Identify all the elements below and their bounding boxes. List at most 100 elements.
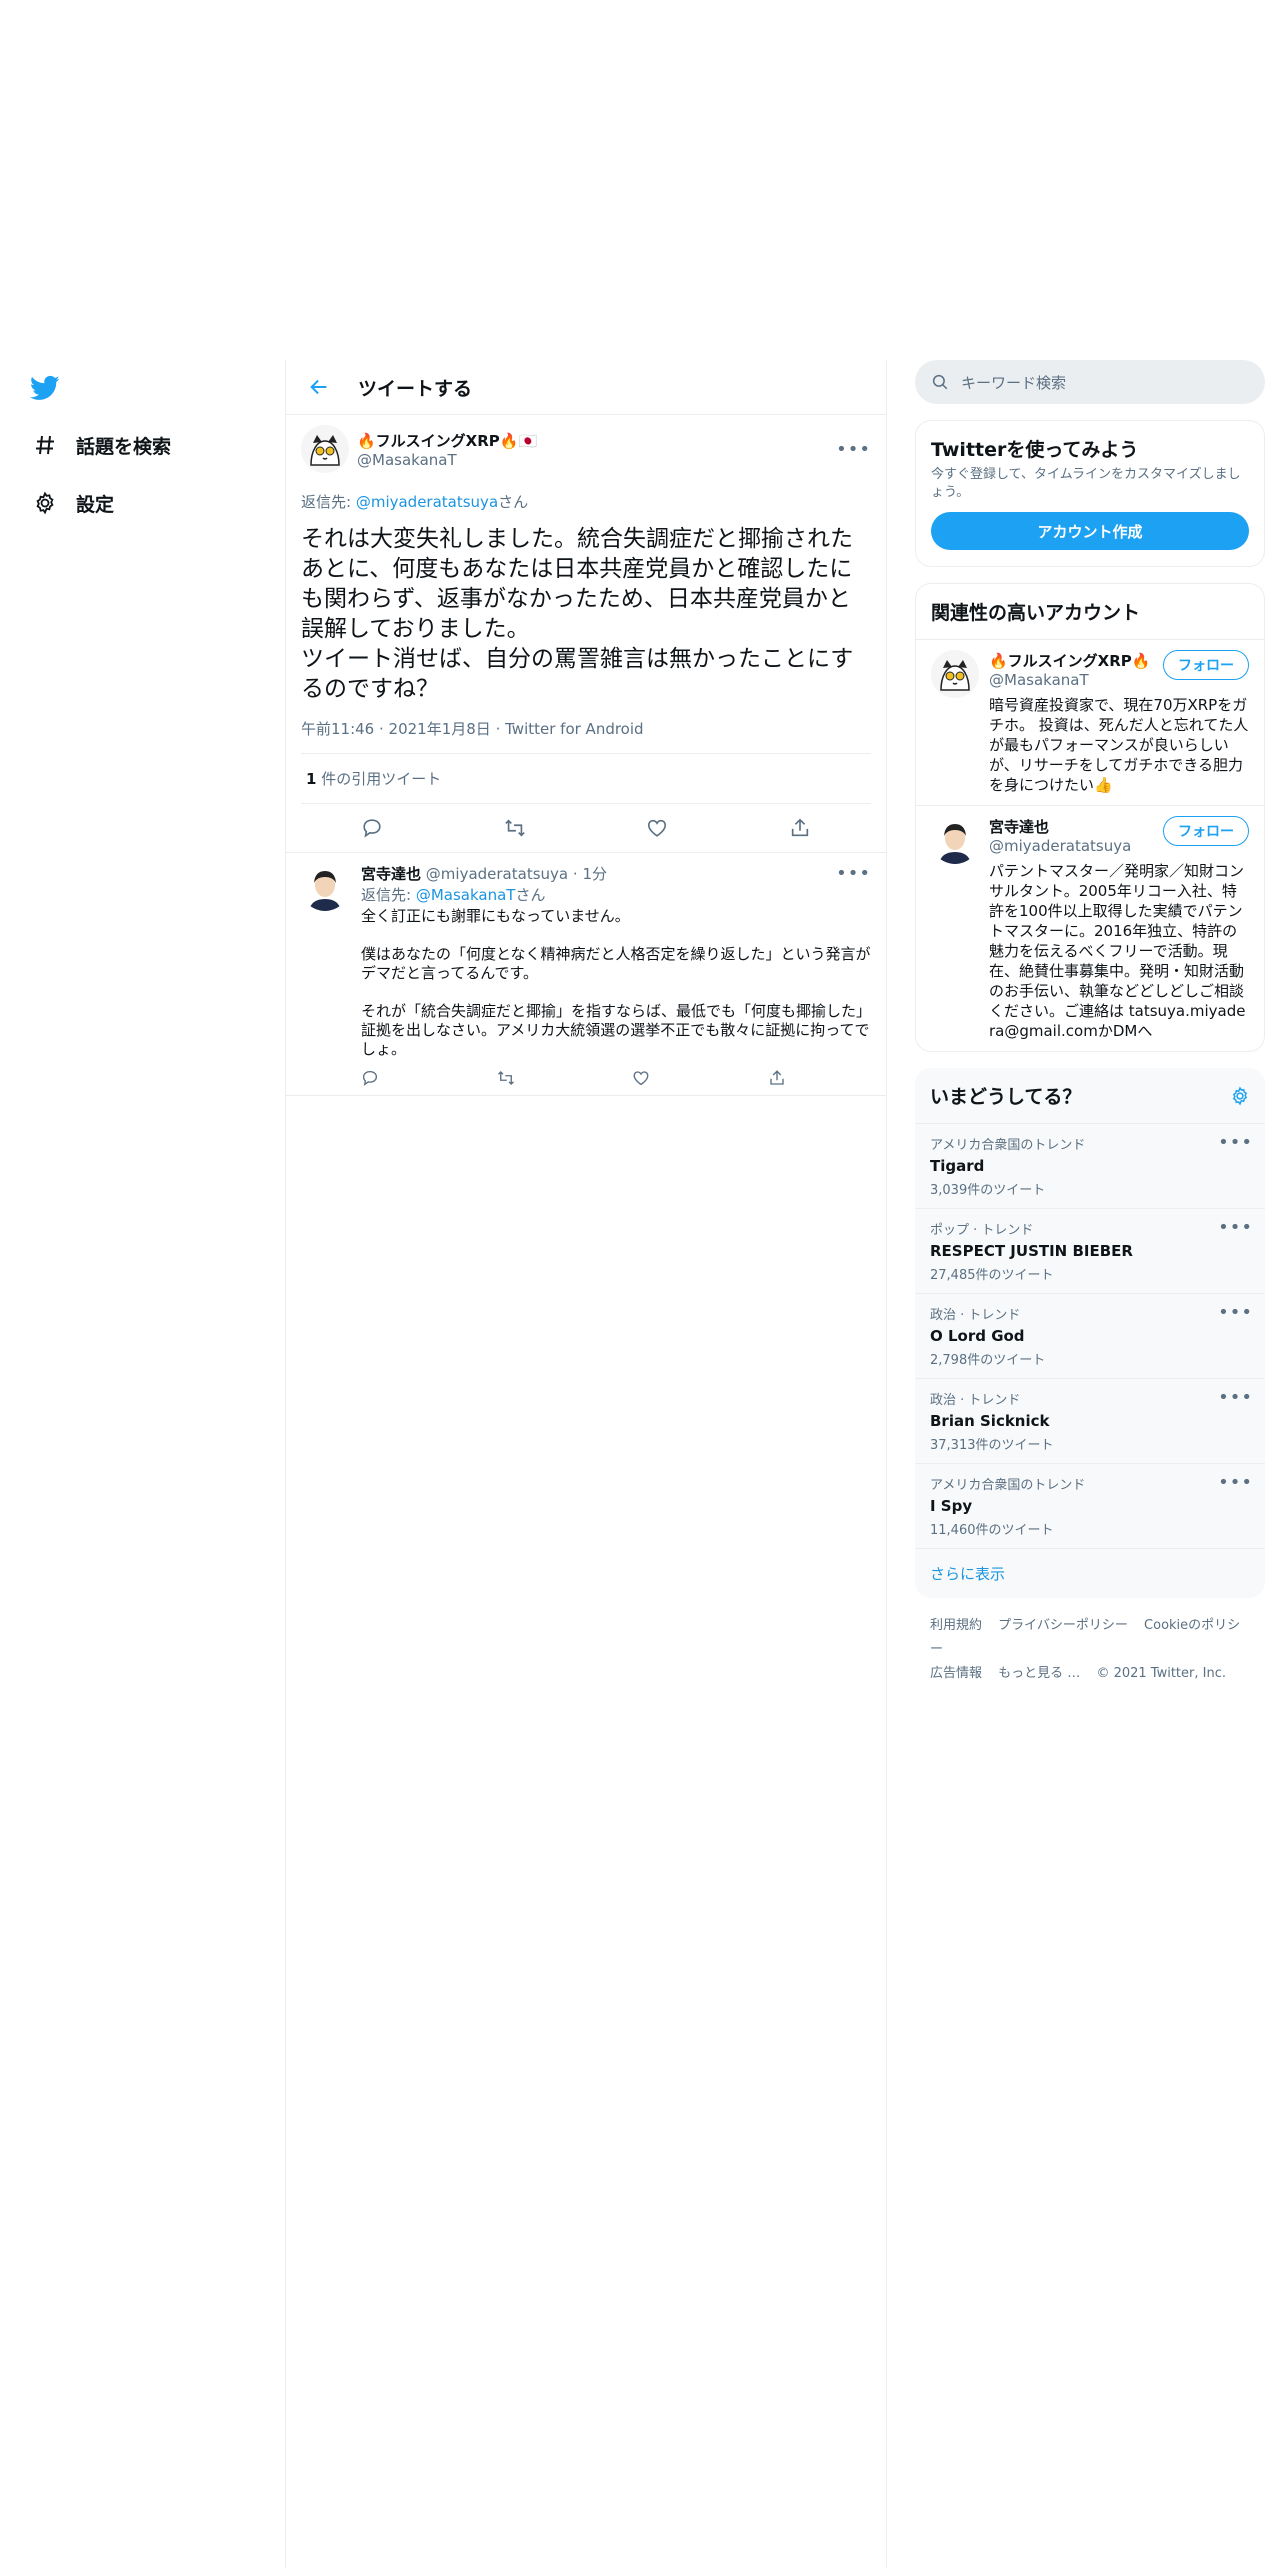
footer-link-more[interactable]: もっと見る …	[998, 1666, 1080, 1681]
more-options-icon[interactable]: •••	[1218, 1387, 1253, 1408]
related-account[interactable]: 宮寺達也 @miyaderatatsuya フォロー パテントマスター／発明家／…	[916, 805, 1264, 1051]
reply-icon[interactable]	[361, 817, 383, 839]
account-name[interactable]: 🔥フルスイングXRP🔥	[989, 650, 1150, 671]
trend-category: 政治 · トレンド	[930, 1393, 1021, 1408]
trend-item[interactable]: ポップ · トレンド RESPECT JUSTIN BIEBER 27,485件…	[915, 1208, 1265, 1293]
author-name[interactable]: 🔥フルスイングXRP🔥🇯🇵	[357, 430, 537, 451]
footer-link-privacy[interactable]: プライバシーポリシー	[998, 1618, 1128, 1633]
tweet-source: Twitter for Android	[505, 720, 644, 738]
reply-suffix: さん	[498, 493, 529, 511]
back-button[interactable]	[294, 362, 344, 412]
trend-item[interactable]: アメリカ合衆国のトレンド Tigard 3,039件のツイート •••	[915, 1123, 1265, 1208]
search-icon	[931, 373, 949, 391]
quote-tweets-link[interactable]: 1 件の引用ツイート	[301, 754, 871, 804]
reply-context: 返信先: @miyaderatatsuyaさん	[301, 491, 871, 512]
trend-item[interactable]: 政治 · トレンド Brian Sicknick 37,313件のツイート ••…	[915, 1378, 1265, 1463]
follow-button[interactable]: フォロー	[1163, 650, 1249, 680]
show-more-link[interactable]: さらに表示	[915, 1548, 1265, 1598]
trend-item[interactable]: 政治 · トレンド O Lord God 2,798件のツイート •••	[915, 1293, 1265, 1378]
related-title: 関連性の高いアカウント	[931, 602, 1141, 624]
follow-button[interactable]: フォロー	[1163, 816, 1249, 846]
trend-item[interactable]: アメリカ合衆国のトレンド I Spy 11,460件のツイート •••	[915, 1463, 1265, 1548]
more-options-icon[interactable]: •••	[1218, 1302, 1253, 1323]
related-account[interactable]: 🔥フルスイングXRP🔥 @MasakanaT フォロー 暗号資産投資家で、現在7…	[916, 639, 1264, 805]
reply-prefix: 返信先:	[301, 493, 356, 511]
trend-name: Tigard	[930, 1157, 985, 1175]
trends-title: いまどうしてる？	[930, 1086, 1082, 1108]
author-handle[interactable]: @MasakanaT	[357, 451, 537, 469]
avatar[interactable]	[301, 863, 349, 911]
avatar[interactable]	[931, 650, 979, 698]
trend-category: 政治 · トレンド	[930, 1308, 1021, 1323]
nav-explore[interactable]: 話題を検索	[0, 416, 285, 474]
quote-count: 1	[306, 770, 317, 788]
retweet-icon[interactable]	[497, 1069, 515, 1087]
trend-name: RESPECT JUSTIN BIEBER	[930, 1242, 1133, 1260]
account-name[interactable]: 宮寺達也	[989, 816, 1131, 837]
show-more-label: さらに表示	[930, 1565, 1006, 1583]
more-options-icon[interactable]: •••	[1218, 1472, 1253, 1493]
reply-prefix: 返信先:	[361, 886, 416, 904]
reply-time[interactable]: 1分	[582, 865, 607, 883]
account-handle[interactable]: @miyaderatatsuya	[989, 837, 1131, 855]
reply-author-name[interactable]: 宮寺達也	[361, 865, 421, 883]
tweet-meta: 午前11:46 · 2021年1月8日 · Twitter for Androi…	[301, 718, 871, 754]
more-options-icon[interactable]: •••	[1218, 1217, 1253, 1238]
account-bio: 暗号資産投資家で、現在70万XRPをガチホ。 投資は、死んだ人と忘れてた人が最も…	[989, 696, 1249, 794]
retweet-icon[interactable]	[504, 817, 526, 839]
tweet-time[interactable]: 午前11:46	[301, 720, 374, 738]
more-options-icon[interactable]: •••	[836, 863, 871, 884]
reply-context: 返信先: @MasakanaTさん	[361, 884, 871, 905]
account-handle[interactable]: @MasakanaT	[989, 671, 1150, 689]
reply-icon[interactable]	[361, 1069, 379, 1087]
signup-title: Twitterを使ってみよう	[931, 439, 1139, 461]
avatar[interactable]	[301, 425, 349, 473]
reply-author-handle[interactable]: @miyaderatatsuya	[426, 865, 568, 883]
heart-icon[interactable]	[646, 817, 668, 839]
tweet-text: それは大変失礼しました。統合失調症だと揶揄されたあとに、何度もあなたは日本共産党…	[301, 526, 854, 702]
trend-name: I Spy	[930, 1497, 973, 1515]
trends-card: いまどうしてる？ アメリカ合衆国のトレンド Tigard 3,039件のツイート…	[915, 1068, 1265, 1598]
search-input[interactable]: キーワード検索	[915, 360, 1265, 404]
nav-settings-label: 設定	[76, 493, 115, 516]
account-bio: パテントマスター／発明家／知財コンサルタント。2005年リコー入社、特許を100…	[989, 862, 1246, 1040]
create-account-button[interactable]: アカウント作成	[931, 512, 1249, 550]
share-icon[interactable]	[768, 1069, 786, 1087]
more-options-icon[interactable]: •••	[1218, 1132, 1253, 1153]
reply-suffix: さん	[515, 886, 546, 904]
twitter-logo-link[interactable]	[0, 360, 285, 416]
trends-settings-gear-icon[interactable]	[1230, 1086, 1250, 1106]
trend-category: アメリカ合衆国のトレンド	[930, 1478, 1086, 1493]
tweet-actions	[301, 804, 871, 852]
trend-count: 27,485件のツイート	[930, 1268, 1054, 1283]
more-options-icon[interactable]: •••	[836, 439, 871, 460]
reply-handle-link[interactable]: @miyaderatatsuya	[356, 493, 498, 511]
tweet-date[interactable]: 2021年1月8日	[389, 720, 491, 738]
reply-handle-link[interactable]: @MasakanaT	[416, 886, 516, 904]
left-nav: 話題を検索 設定	[0, 360, 285, 532]
reply-tweet[interactable]: 宮寺達也 @miyaderatatsuya · 1分 ••• 返信先: @Mas…	[286, 852, 886, 1095]
avatar[interactable]	[931, 816, 979, 864]
main-header: ツイートする	[286, 360, 886, 415]
focused-tweet: 🔥フルスイングXRP🔥🇯🇵 @MasakanaT ••• 返信先: @miyad…	[286, 415, 886, 852]
quote-label: 件の引用ツイート	[321, 770, 442, 788]
twitter-bird-icon	[28, 373, 62, 403]
footer-copyright: © 2021 Twitter, Inc.	[1096, 1666, 1226, 1681]
footer: 利用規約 プライバシーポリシー Cookieのポリシー 広告情報 もっと見る ……	[915, 1598, 1265, 1702]
share-icon[interactable]	[789, 817, 811, 839]
gear-icon	[30, 488, 60, 518]
trend-count: 3,039件のツイート	[930, 1183, 1046, 1198]
footer-link-ads[interactable]: 広告情報	[930, 1666, 982, 1681]
signup-card: Twitterを使ってみよう 今すぐ登録して、タイムラインをカスタマイズしましょ…	[915, 420, 1265, 567]
footer-link-terms[interactable]: 利用規約	[930, 1618, 982, 1633]
main-column: ツイートする 🔥フルスイングXRP🔥🇯🇵 @MasakanaT ••• 返信先:…	[285, 360, 887, 2568]
heart-icon[interactable]	[632, 1069, 650, 1087]
hashtag-icon	[30, 430, 60, 460]
signup-subtitle: 今すぐ登録して、タイムラインをカスタマイズしましょう。	[931, 467, 1241, 500]
trend-name: Brian Sicknick	[930, 1412, 1050, 1430]
nav-settings[interactable]: 設定	[0, 474, 285, 532]
trend-count: 37,313件のツイート	[930, 1438, 1054, 1453]
reply-actions	[361, 1069, 786, 1087]
search-placeholder: キーワード検索	[961, 373, 1067, 392]
back-arrow-icon	[308, 376, 330, 398]
